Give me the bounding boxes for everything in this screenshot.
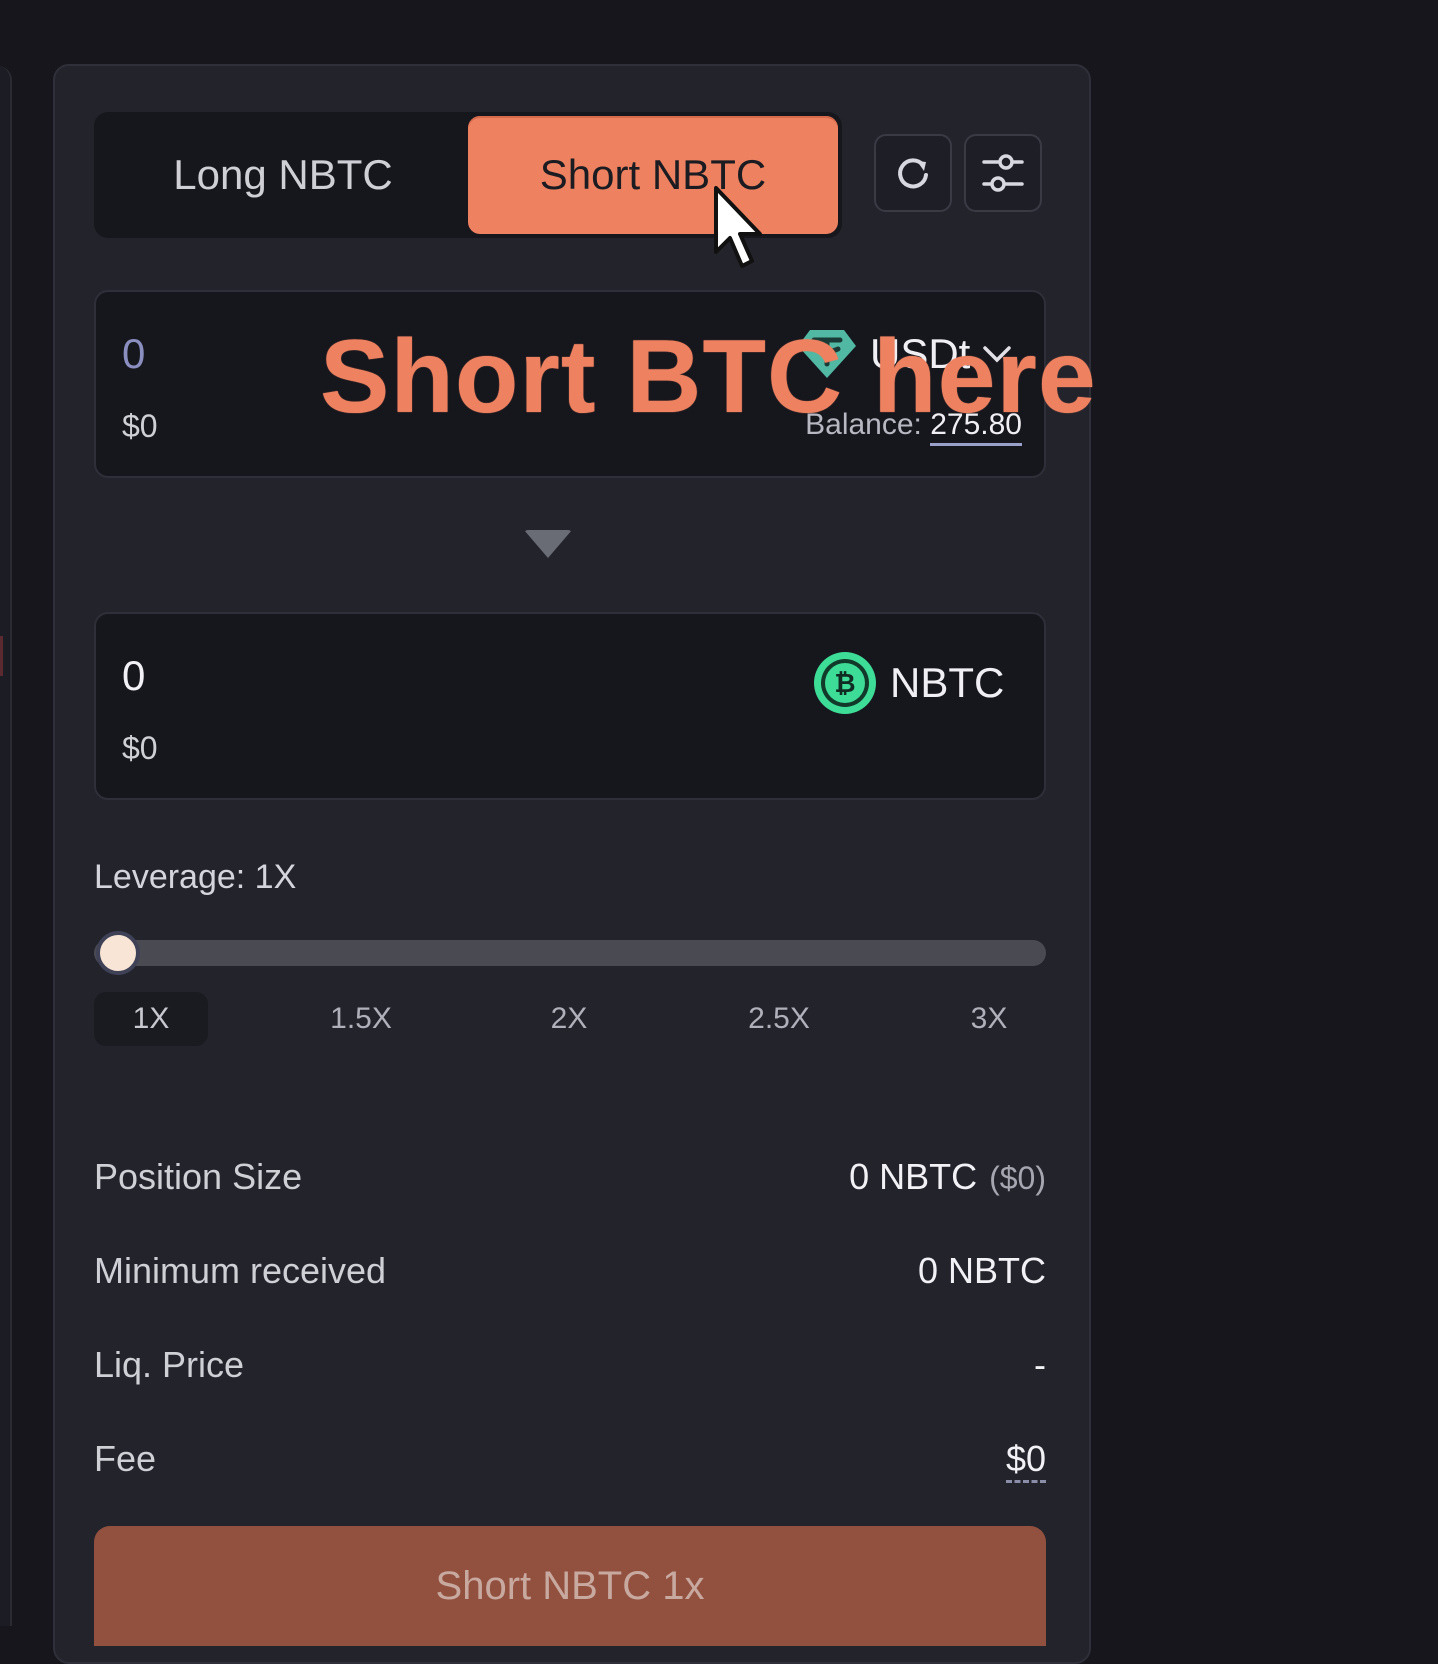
fee-row: Fee $0 [94,1430,1046,1490]
position-size-usd: ($0) [989,1160,1046,1196]
leverage-tick-1x[interactable]: 1X [94,992,208,1046]
bitcoin-icon: ₿ [814,652,876,714]
refresh-button[interactable] [874,134,952,212]
settings-button[interactable] [964,134,1042,212]
pay-usd-value: $0 [122,408,158,444]
leverage-tick-3x[interactable]: 3X [934,992,1044,1046]
tab-long[interactable]: Long NBTC [98,116,468,234]
liq-price-value: - [1034,1344,1046,1385]
overlay-annotation: Short BTC here [320,319,1097,435]
position-size-amount: 0 NBTC [849,1156,978,1197]
receive-token-symbol: NBTC [890,659,1005,706]
adjacent-panel-edge [0,66,12,1626]
adjacent-panel-accent [0,636,3,676]
fee-label: Fee [94,1438,157,1479]
pay-amount-input[interactable]: 0 [122,330,145,378]
fee-value[interactable]: $0 [1005,1438,1046,1483]
position-size-value: 0 NBTC ($0) [849,1156,1046,1198]
mouse-pointer-icon [714,186,762,268]
leverage-tick-1-5x[interactable]: 1.5X [306,992,416,1046]
leverage-slider-track[interactable] [94,940,1046,966]
leverage-tick-2x[interactable]: 2X [514,992,624,1046]
receive-usd-value: $0 [122,730,158,766]
minimum-received-row: Minimum received 0 NBTC [94,1242,1046,1302]
position-size-row: Position Size 0 NBTC ($0) [94,1148,1046,1208]
position-size-label: Position Size [94,1156,303,1197]
leverage-slider-handle[interactable] [96,931,140,975]
short-submit-button[interactable]: Short NBTC 1x [94,1526,1046,1646]
receive-amount: 0 [122,652,146,699]
minimum-received-value: 0 NBTC [917,1250,1046,1291]
receive-input-box[interactable]: 0 $0 ₿ NBTC [94,612,1046,800]
leverage-label: Leverage: 1X [94,858,297,896]
swap-direction-icon [524,530,572,558]
liq-price-row: Liq. Price - [94,1336,1046,1396]
svg-text:₿: ₿ [834,669,855,699]
receive-token: ₿ NBTC [812,650,1004,716]
minimum-received-label: Minimum received [94,1250,387,1291]
leverage-tick-2-5x[interactable]: 2.5X [724,992,834,1046]
liq-price-label: Liq. Price [94,1344,245,1385]
refresh-icon [898,158,928,189]
tab-short[interactable]: Short NBTC [468,116,838,234]
sliders-icon [982,154,1024,192]
